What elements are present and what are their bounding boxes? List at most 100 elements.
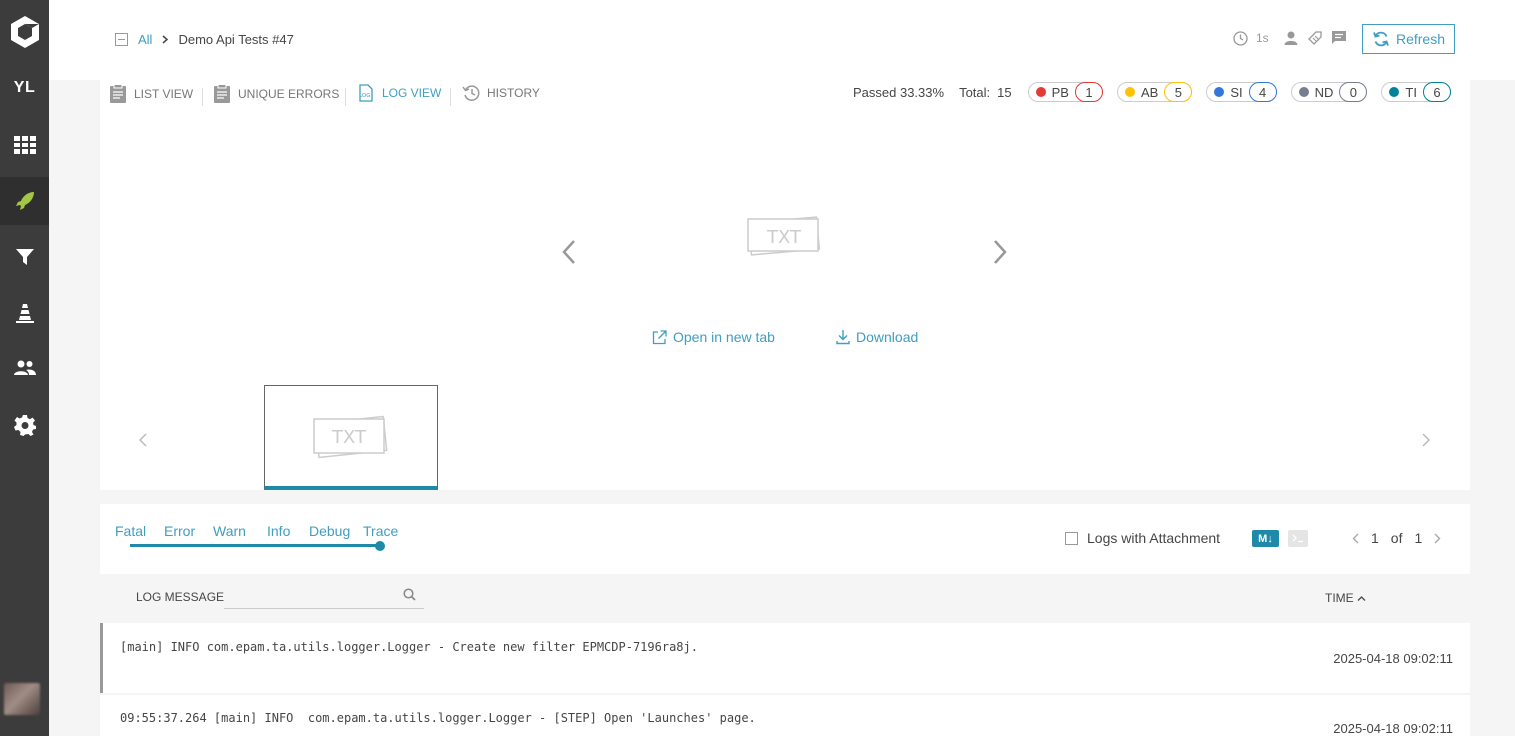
- log-time: 2025-04-18 09:02:11: [1333, 651, 1453, 666]
- comment-icon: [1331, 31, 1346, 44]
- breadcrumb-link-all[interactable]: All: [138, 32, 152, 47]
- log-controls: Fatal Error Warn Info Debug Trace Logs w…: [100, 504, 1470, 574]
- defect-count: 5: [1164, 82, 1193, 102]
- level-info[interactable]: Info: [267, 523, 290, 539]
- chevron-left-icon[interactable]: [1352, 533, 1359, 544]
- log-level-slider-handle[interactable]: [375, 541, 385, 551]
- defect-badge-pb[interactable]: PB 1: [1027, 82, 1103, 102]
- rocket-icon: [15, 192, 34, 210]
- defect-color-dot: [1389, 87, 1400, 97]
- breadcrumb-current: Demo Api Tests #47: [178, 32, 294, 47]
- gear-icon: [13, 415, 36, 436]
- project-initials: YL: [13, 79, 36, 96]
- tab-unique-errors[interactable]: Unique errors: [213, 84, 339, 104]
- level-error[interactable]: Error: [164, 523, 195, 539]
- view-tabs-bar: List view Unique errors LOG Log view His…: [100, 80, 1470, 114]
- page-total: 1: [1414, 530, 1423, 546]
- chevron-right-icon: [162, 35, 169, 44]
- defect-color-dot: [1298, 87, 1309, 97]
- cone-icon: [15, 304, 34, 323]
- sidebar-item-debug[interactable]: [0, 289, 49, 337]
- log-row[interactable]: [main] INFO com.epam.ta.utils.logger.Log…: [100, 623, 1470, 693]
- log-table-header: Log message Time: [100, 574, 1470, 622]
- total-label: Total:: [959, 84, 991, 100]
- file-type-label: TXT: [766, 227, 802, 248]
- defect-code: ND: [1314, 84, 1334, 100]
- file-type-label: TXT: [331, 427, 367, 448]
- chevron-left-icon[interactable]: [561, 239, 577, 265]
- defect-badges: PB 1 AB 5 SI 4 ND 0 TI 6: [1014, 82, 1451, 102]
- log-search-input[interactable]: [224, 584, 424, 609]
- attachments-panel: TXT Open in new tab Download TXT: [100, 114, 1470, 490]
- total-value: 15: [997, 84, 1012, 100]
- refresh-icon: [1373, 31, 1389, 47]
- markdown-mode-button[interactable]: M↓: [1252, 530, 1279, 547]
- tab-divider: [450, 88, 451, 106]
- log-message: 09:55:37.264 [main] INFO com.epam.ta.uti…: [120, 711, 756, 725]
- chevron-left-icon[interactable]: [138, 432, 148, 448]
- chevron-right-icon[interactable]: [1421, 432, 1431, 448]
- user-avatar[interactable]: [4, 683, 40, 715]
- tab-label: Log view: [382, 86, 442, 100]
- sidebar: YL: [0, 0, 49, 736]
- svg-text:LOG: LOG: [359, 93, 370, 99]
- time-header[interactable]: Time: [1325, 591, 1366, 605]
- log-level-slider-track[interactable]: [130, 544, 380, 547]
- clock-icon: [1233, 30, 1248, 46]
- download-icon: [836, 330, 850, 345]
- txt-file-icon[interactable]: TXT: [746, 214, 822, 261]
- breadcrumb: All Demo Api Tests #47: [115, 32, 294, 47]
- sidebar-item-dashboard[interactable]: [0, 121, 49, 169]
- log-message: [main] INFO com.epam.ta.utils.logger.Log…: [120, 640, 698, 654]
- defect-count: 6: [1422, 82, 1451, 102]
- chevron-right-icon[interactable]: [1434, 533, 1441, 544]
- attachment-thumbnail[interactable]: TXT: [264, 385, 438, 490]
- collapse-icon[interactable]: [115, 33, 128, 46]
- project-selector[interactable]: YL: [0, 64, 49, 112]
- logo-icon[interactable]: [0, 8, 49, 56]
- history-icon: [462, 85, 480, 101]
- download-link[interactable]: Download: [836, 329, 918, 345]
- clipboard-icon: [110, 84, 126, 103]
- clipboard-icon: [214, 84, 230, 103]
- user-icon: [1284, 31, 1298, 45]
- external-link-icon: [652, 329, 667, 344]
- log-row[interactable]: 09:55:37.264 [main] INFO com.epam.ta.uti…: [100, 695, 1470, 736]
- txt-file-icon: TXT: [313, 415, 388, 459]
- level-debug[interactable]: Debug: [309, 523, 350, 539]
- sidebar-item-filters[interactable]: [0, 233, 49, 281]
- defect-color-dot: [1035, 87, 1046, 97]
- refresh-button[interactable]: Refresh: [1362, 24, 1455, 54]
- log-pagination: 1 of 1: [1352, 530, 1441, 546]
- logs-with-attachment-checkbox[interactable]: [1065, 532, 1078, 545]
- logs-with-attachment-label: Logs with Attachment: [1087, 530, 1221, 546]
- passed-rate: Passed 33.33%: [853, 84, 945, 100]
- level-warn[interactable]: Warn: [213, 523, 246, 539]
- log-icon: LOG: [359, 84, 373, 102]
- level-fatal[interactable]: Fatal: [115, 523, 146, 539]
- grid-icon: [13, 136, 36, 154]
- page-of: of: [1390, 530, 1403, 546]
- tab-list-view[interactable]: List view: [109, 84, 193, 104]
- tab-label: History: [487, 86, 540, 100]
- launch-stats: Passed 33.33% Total: 15 PB 1 AB 5 SI 4 ND 0 TI 6: [853, 82, 1451, 102]
- defect-badge-ab[interactable]: AB 5: [1116, 82, 1193, 102]
- tab-history[interactable]: History: [462, 84, 540, 102]
- open-in-new-tab-link[interactable]: Open in new tab: [652, 329, 775, 345]
- level-trace[interactable]: Trace: [363, 523, 398, 539]
- download-label: Download: [856, 329, 919, 345]
- search-icon: [403, 588, 416, 601]
- sidebar-item-settings[interactable]: [0, 401, 49, 449]
- tab-log-view[interactable]: LOG Log view: [357, 84, 441, 102]
- chevron-right-icon[interactable]: [992, 239, 1008, 265]
- defect-count: 0: [1339, 82, 1368, 102]
- sidebar-item-launches[interactable]: [0, 177, 49, 225]
- page-header: All Demo Api Tests #47 1s Refresh: [49, 0, 1515, 80]
- page-current: 1: [1371, 530, 1379, 546]
- tab-label: Unique errors: [238, 87, 340, 101]
- defect-badge-ti[interactable]: TI 6: [1381, 82, 1451, 102]
- console-mode-button[interactable]: [1288, 530, 1308, 547]
- sidebar-item-members[interactable]: [0, 344, 49, 392]
- defect-badge-nd[interactable]: ND 0: [1290, 82, 1368, 102]
- defect-badge-si[interactable]: SI 4: [1206, 82, 1277, 102]
